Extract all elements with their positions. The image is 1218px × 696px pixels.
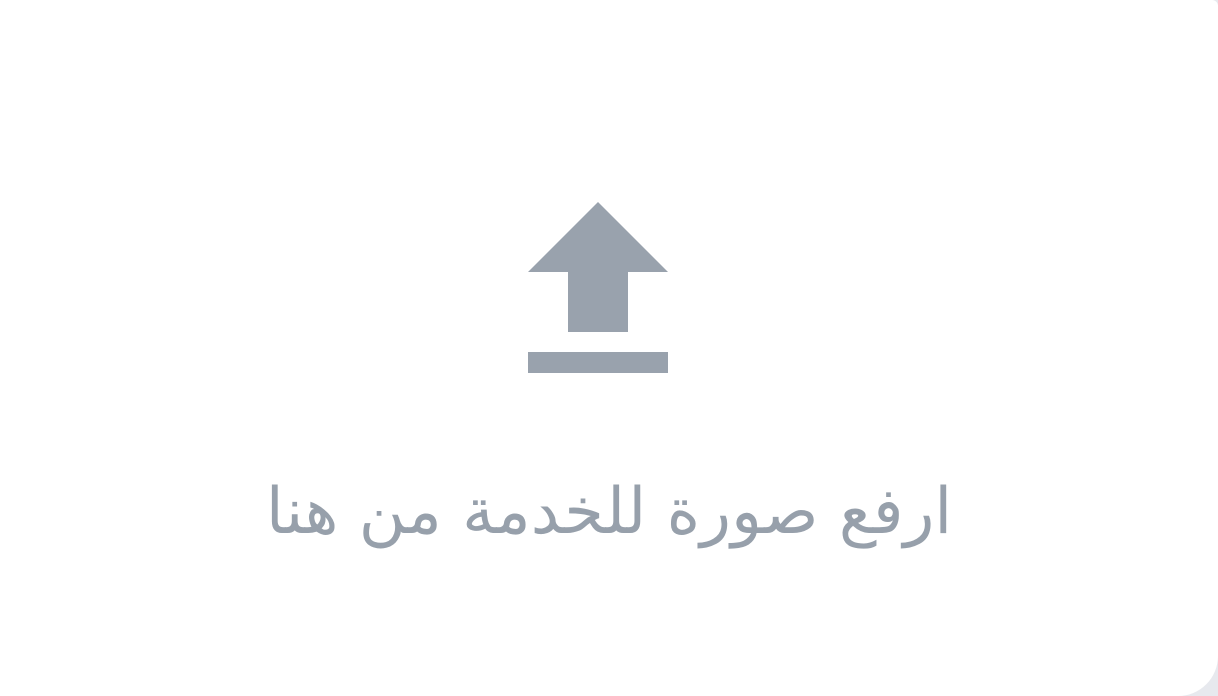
upload-page: ارفع صورة للخدمة من هنا [0, 0, 1218, 696]
upload-icon [528, 202, 668, 373]
image-upload-dropzone[interactable]: ارفع صورة للخدمة من هنا [0, 0, 1218, 696]
upload-instruction-text: ارفع صورة للخدمة من هنا [265, 475, 953, 549]
